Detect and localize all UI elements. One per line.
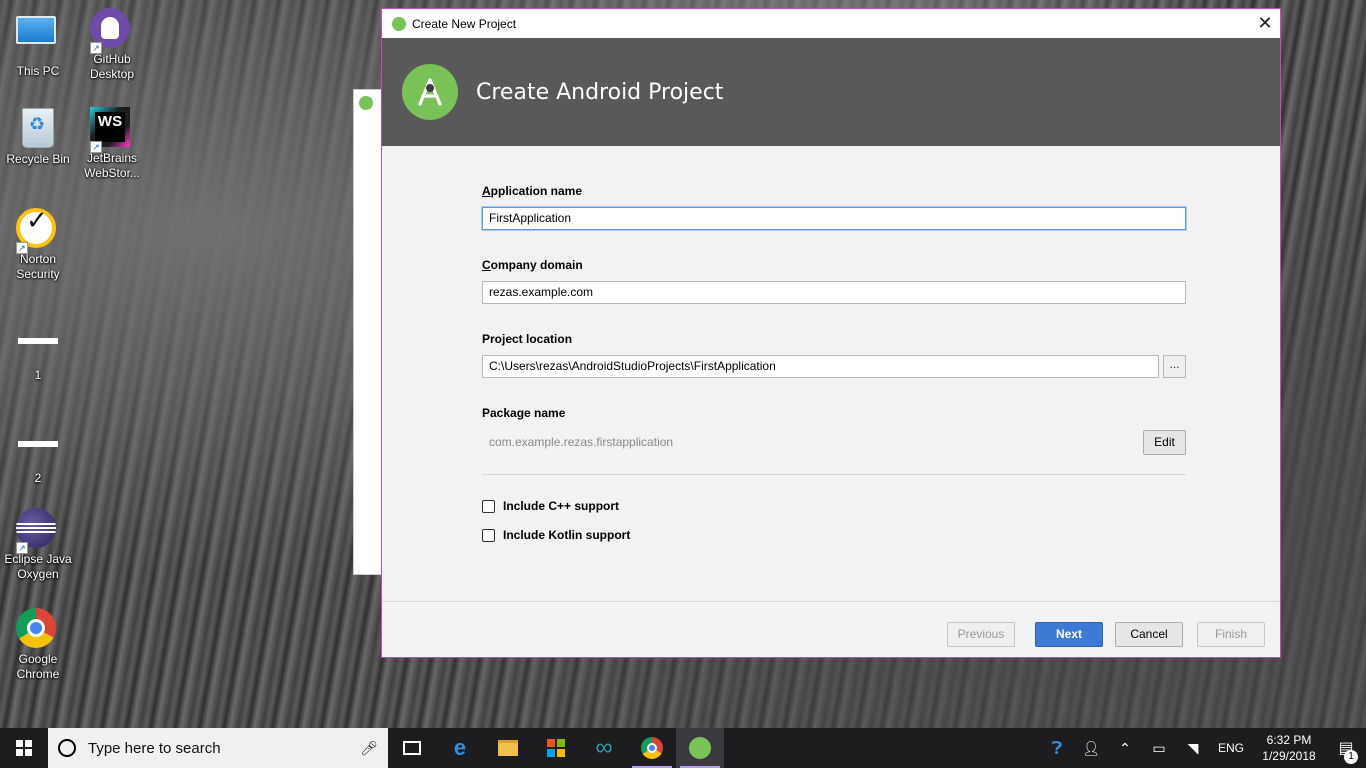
background-window[interactable]	[353, 89, 383, 575]
clock-time: 6:32 PM	[1266, 733, 1312, 747]
eclipse-icon: ↗	[16, 508, 60, 554]
browse-button[interactable]: ...	[1163, 355, 1186, 378]
blank-file-icon	[16, 441, 60, 467]
taskbar-file-explorer[interactable]	[484, 728, 532, 768]
edge-icon: e	[453, 735, 467, 760]
taskbar-store[interactable]	[532, 728, 580, 768]
project-form: Application name FirstApplication Compan…	[482, 184, 1186, 556]
project-location-label: Project location	[482, 332, 573, 346]
finish-button[interactable]: Finish	[1197, 622, 1265, 647]
next-button[interactable]: Next	[1035, 622, 1103, 647]
clock[interactable]: 6:32 PM 1/29/2018	[1252, 732, 1326, 764]
divider	[482, 474, 1186, 475]
include-cpp-checkbox[interactable]: Include C++ support	[482, 498, 1186, 514]
desktop-icon-github-desktop[interactable]: ↗ GitHub Desktop	[74, 8, 150, 82]
clock-date: 1/29/2018	[1262, 749, 1316, 763]
desktop-icon-label: This PC	[16, 64, 60, 78]
chrome-icon	[641, 737, 663, 759]
edit-package-button[interactable]: Edit	[1143, 429, 1186, 455]
desktop-icon-google-chrome[interactable]: Google Chrome	[0, 608, 76, 682]
checkbox-box[interactable]	[482, 528, 495, 542]
help-icon[interactable]: ❓︎	[1040, 738, 1074, 759]
desktop-icon-norton-security[interactable]: ↗ Norton Security	[0, 208, 76, 282]
package-name-value: com.example.rezas.firstapplication	[489, 435, 674, 449]
notification-count-badge: 1	[1344, 750, 1358, 764]
language-indicator[interactable]: ENG	[1210, 741, 1252, 755]
header-banner: Create Android Project	[382, 38, 1280, 146]
cortana-icon	[58, 739, 76, 757]
battery-icon[interactable]: ▭	[1142, 740, 1176, 757]
page-title: Create Android Project	[476, 79, 724, 105]
people-icon[interactable]: 👤︎	[1074, 740, 1108, 757]
chevron-up-icon[interactable]: ⌃	[1108, 740, 1142, 757]
desktop-icon-label: Eclipse Java Oxygen	[4, 552, 72, 581]
task-view-icon	[403, 741, 421, 755]
desktop-icon-label: GitHub Desktop	[89, 52, 135, 81]
wifi-icon[interactable]: ◥	[1176, 740, 1210, 757]
company-domain-input[interactable]: rezas.example.com	[482, 281, 1186, 304]
desktop-icon-1[interactable]: 1	[0, 322, 76, 383]
divider	[382, 601, 1280, 602]
package-name-label: Package name	[482, 406, 566, 420]
chrome-icon	[16, 608, 60, 652]
desktop-icon-2[interactable]: 2	[0, 425, 76, 486]
start-button[interactable]	[0, 728, 48, 768]
file-explorer-icon	[498, 740, 518, 756]
taskbar: Type here to search 🎤︎ e ∞ ❓︎ 👤︎ ⌃ ▭ ◥ E…	[0, 728, 1366, 768]
desktop-icon-recycle-bin[interactable]: Recycle Bin	[0, 108, 76, 167]
checkbox-label: Include C++ support	[503, 499, 620, 513]
taskbar-android-studio[interactable]	[676, 728, 724, 768]
android-studio-logo-icon	[402, 64, 458, 120]
close-button[interactable]: ✕	[1250, 9, 1280, 38]
desktop-icon-label: JetBrains WebStor...	[84, 151, 140, 180]
taskbar-arduino[interactable]: ∞	[580, 728, 628, 768]
system-tray: ❓︎ 👤︎ ⌃ ▭ ◥ ENG 6:32 PM 1/29/2018 ▤ 1	[1040, 728, 1366, 768]
window-title: Create New Project	[412, 16, 517, 31]
desktop-icon-label: 2	[34, 471, 42, 485]
taskbar-chrome[interactable]	[628, 728, 676, 768]
company-domain-label: Company domain	[482, 258, 583, 272]
webstorm-icon: WS ↗	[90, 107, 134, 153]
taskbar-edge[interactable]: e	[436, 728, 484, 768]
norton-icon: ↗	[16, 208, 60, 254]
computer-icon	[16, 16, 60, 60]
desktop-icon-webstorm[interactable]: WS ↗ JetBrains WebStor...	[74, 107, 150, 181]
title-bar[interactable]: Create New Project ✕	[382, 9, 1280, 38]
windows-logo-icon	[16, 740, 32, 756]
application-name-label: Application name	[482, 184, 583, 198]
taskbar-search-box[interactable]: Type here to search 🎤︎	[48, 728, 388, 768]
android-studio-icon	[689, 737, 711, 759]
task-view-button[interactable]	[388, 728, 436, 768]
microphone-icon[interactable]: 🎤︎	[360, 740, 378, 757]
checkbox-box[interactable]	[482, 499, 495, 513]
desktop-icon-eclipse[interactable]: ↗ Eclipse Java Oxygen	[0, 508, 76, 582]
project-location-input[interactable]: C:\Users\rezas\AndroidStudioProjects\Fir…	[482, 355, 1159, 378]
github-icon: ↗	[90, 8, 134, 54]
dialog-footer: Previous Next Cancel Finish	[935, 622, 1265, 647]
desktop-icon-label: Norton Security	[16, 252, 60, 281]
include-kotlin-checkbox[interactable]: Include Kotlin support	[482, 527, 1186, 543]
previous-button[interactable]: Previous	[947, 622, 1015, 647]
recycle-bin-icon	[16, 108, 60, 152]
android-studio-icon	[359, 96, 373, 110]
desktop-icon-this-pc[interactable]: This PC	[0, 10, 76, 79]
android-studio-icon	[392, 16, 406, 31]
checkbox-label: Include Kotlin support	[503, 528, 631, 542]
search-placeholder: Type here to search	[88, 739, 221, 757]
application-name-input[interactable]: FirstApplication	[482, 207, 1186, 230]
arduino-icon: ∞	[595, 734, 613, 761]
desktop-icon-label: Recycle Bin	[6, 152, 70, 166]
blank-file-icon	[16, 338, 60, 364]
desktop-icon-label: 1	[34, 368, 42, 382]
cancel-button[interactable]: Cancel	[1115, 622, 1183, 647]
desktop-icon-label: Google Chrome	[16, 652, 60, 681]
store-icon	[547, 739, 565, 757]
action-center-button[interactable]: ▤ 1	[1326, 738, 1366, 764]
create-new-project-dialog: Create New Project ✕ Create Android Proj…	[381, 8, 1281, 658]
